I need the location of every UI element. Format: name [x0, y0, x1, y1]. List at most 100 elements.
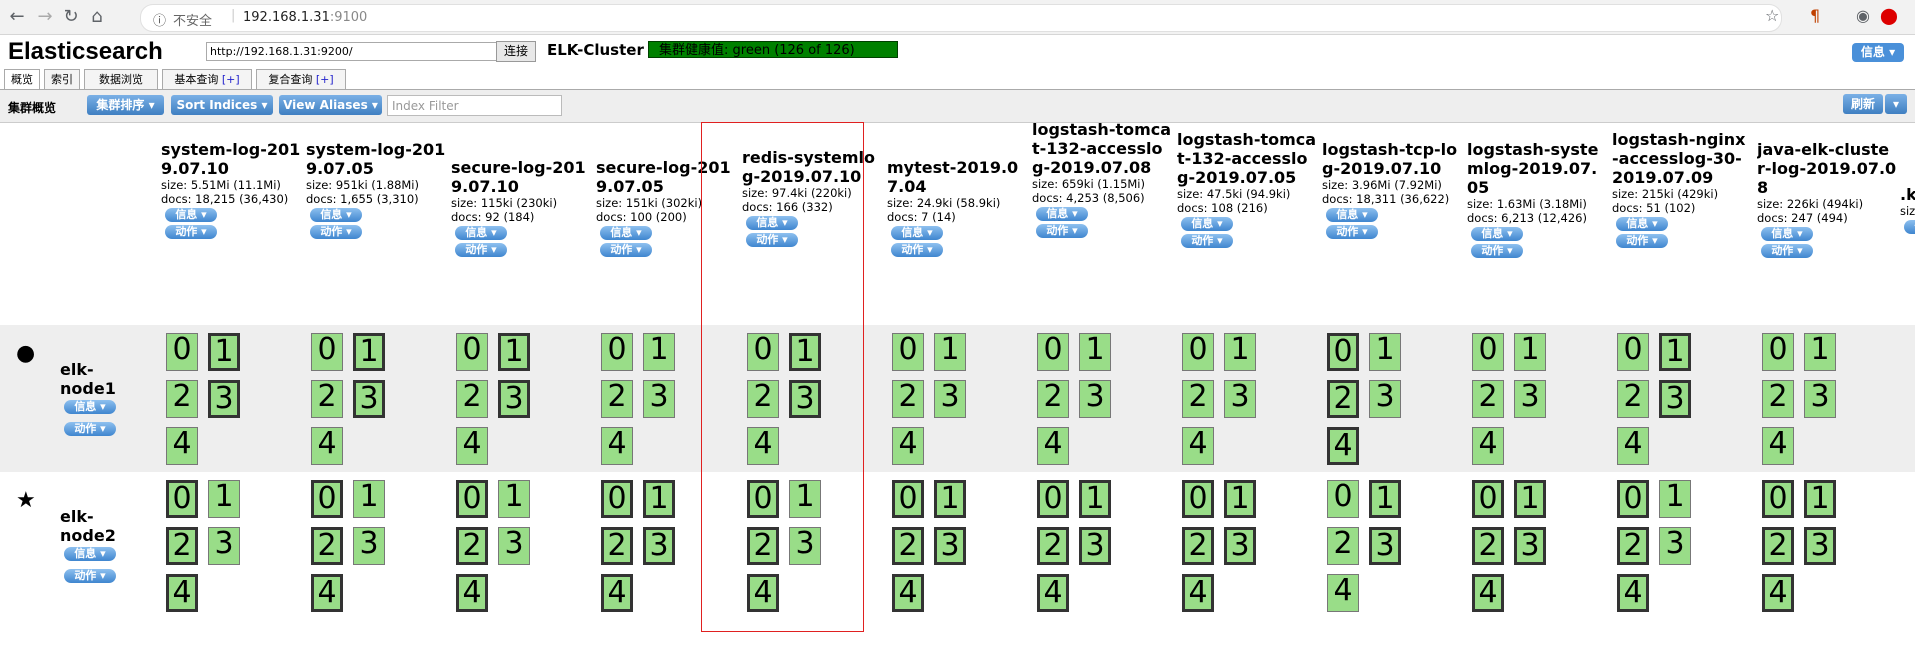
replica-shard[interactable]: 0: [892, 333, 924, 371]
primary-shard[interactable]: 0: [1617, 480, 1649, 518]
primary-shard[interactable]: 3: [1079, 527, 1111, 565]
primary-shard[interactable]: 0: [1037, 480, 1069, 518]
index-info-button[interactable]: 信息 ▾: [1471, 227, 1523, 241]
primary-shard[interactable]: 4: [311, 574, 343, 612]
primary-shard[interactable]: 2: [311, 527, 343, 565]
primary-shard[interactable]: 3: [789, 380, 821, 418]
index-info-button[interactable]: 信息 ▾: [891, 226, 943, 240]
connect-button[interactable]: 连接: [496, 41, 536, 62]
primary-shard[interactable]: 4: [892, 574, 924, 612]
index-info-button[interactable]: 信息 ▾: [1904, 220, 1915, 234]
refresh-dropdown-button[interactable]: ▾: [1885, 94, 1907, 114]
account-icon[interactable]: ◉: [1856, 6, 1870, 25]
replica-shard[interactable]: 4: [1472, 427, 1504, 465]
replica-shard[interactable]: 2: [456, 380, 488, 418]
primary-shard[interactable]: 3: [1369, 527, 1401, 565]
primary-shard[interactable]: 1: [1369, 480, 1401, 518]
index-action-button[interactable]: 动作 ▾: [600, 243, 652, 257]
replica-shard[interactable]: 4: [456, 427, 488, 465]
primary-shard[interactable]: 2: [1762, 527, 1794, 565]
home-icon[interactable]: ⌂: [86, 6, 108, 28]
replica-shard[interactable]: 4: [1037, 427, 1069, 465]
primary-shard[interactable]: 4: [601, 574, 633, 612]
primary-shard[interactable]: 1: [934, 480, 966, 518]
primary-shard[interactable]: 1: [353, 333, 385, 371]
tab-indices[interactable]: 索引: [44, 69, 80, 89]
index-info-button[interactable]: 信息 ▾: [1326, 208, 1378, 222]
replica-shard[interactable]: 2: [1037, 380, 1069, 418]
primary-shard[interactable]: 0: [166, 480, 198, 518]
sort-indices-button[interactable]: Sort Indices ▾: [171, 95, 273, 115]
replica-shard[interactable]: 4: [892, 427, 924, 465]
primary-shard[interactable]: 1: [498, 333, 530, 371]
replica-shard[interactable]: 3: [1079, 380, 1111, 418]
connect-url-input[interactable]: http://192.168.1.31:9200/: [206, 42, 500, 61]
replica-shard[interactable]: 3: [934, 380, 966, 418]
index-action-button[interactable]: 动作 ▾: [891, 243, 943, 257]
primary-shard[interactable]: 1: [643, 480, 675, 518]
replica-shard[interactable]: 2: [1327, 527, 1359, 565]
refresh-button[interactable]: 刷新: [1843, 94, 1883, 114]
primary-shard[interactable]: 3: [1224, 527, 1256, 565]
primary-shard[interactable]: 0: [311, 480, 343, 518]
index-action-button[interactable]: 动作 ▾: [310, 225, 362, 239]
replica-shard[interactable]: 1: [1659, 480, 1691, 518]
replica-shard[interactable]: 1: [643, 333, 675, 371]
primary-shard[interactable]: 4: [1762, 574, 1794, 612]
replica-shard[interactable]: 0: [1037, 333, 1069, 371]
primary-shard[interactable]: 4: [1182, 574, 1214, 612]
replica-shard[interactable]: 1: [208, 480, 240, 518]
replica-shard[interactable]: 2: [1762, 380, 1794, 418]
primary-shard[interactable]: 4: [1472, 574, 1504, 612]
primary-shard[interactable]: 3: [1514, 527, 1546, 565]
replica-shard[interactable]: 0: [1182, 333, 1214, 371]
replica-shard[interactable]: 1: [1804, 333, 1836, 371]
replica-shard[interactable]: 4: [1182, 427, 1214, 465]
index-action-button[interactable]: 动作 ▾: [1181, 234, 1233, 248]
replica-shard[interactable]: 0: [601, 333, 633, 371]
node-info-button[interactable]: 信息 ▾: [64, 547, 116, 561]
replica-shard[interactable]: 1: [353, 480, 385, 518]
primary-shard[interactable]: 0: [892, 480, 924, 518]
index-filter-input[interactable]: Index Filter: [387, 95, 562, 116]
replica-shard[interactable]: 3: [208, 527, 240, 565]
replica-shard[interactable]: 0: [1617, 333, 1649, 371]
index-info-button[interactable]: 信息 ▾: [746, 216, 798, 230]
primary-shard[interactable]: 4: [1327, 427, 1359, 465]
primary-shard[interactable]: 0: [747, 480, 779, 518]
primary-shard[interactable]: 1: [1079, 480, 1111, 518]
index-action-button[interactable]: 动作 ▾: [1471, 244, 1523, 258]
primary-shard[interactable]: 2: [1182, 527, 1214, 565]
replica-shard[interactable]: 0: [1472, 333, 1504, 371]
primary-shard[interactable]: 4: [747, 574, 779, 612]
index-info-button[interactable]: 信息 ▾: [165, 208, 217, 222]
index-info-button[interactable]: 信息 ▾: [455, 226, 507, 240]
replica-shard[interactable]: 3: [498, 527, 530, 565]
replica-shard[interactable]: 1: [1224, 333, 1256, 371]
info-button[interactable]: 信息 ▾: [1852, 43, 1904, 62]
replica-shard[interactable]: 0: [456, 333, 488, 371]
index-info-button[interactable]: 信息 ▾: [1616, 217, 1668, 231]
cluster-sort-button[interactable]: 集群排序 ▾: [87, 95, 164, 115]
index-action-button[interactable]: 动作 ▾: [1761, 244, 1813, 258]
primary-shard[interactable]: 3: [934, 527, 966, 565]
address-bar[interactable]: ⓘ 不安全 | 192.168.1.31:9100: [140, 4, 1782, 32]
replica-shard[interactable]: 4: [1327, 574, 1359, 612]
replica-shard[interactable]: 3: [1224, 380, 1256, 418]
index-action-button[interactable]: 动作 ▾: [165, 225, 217, 239]
primary-shard[interactable]: 3: [353, 380, 385, 418]
primary-shard[interactable]: 2: [892, 527, 924, 565]
primary-shard[interactable]: 1: [1659, 333, 1691, 371]
index-info-button[interactable]: 信息 ▾: [310, 208, 362, 222]
index-action-button[interactable]: 动作 ▾: [455, 243, 507, 257]
primary-shard[interactable]: 0: [456, 480, 488, 518]
node-action-button[interactable]: 动作 ▾: [64, 569, 116, 583]
primary-shard[interactable]: 1: [208, 333, 240, 371]
index-info-button[interactable]: 信息 ▾: [1761, 227, 1813, 241]
primary-shard[interactable]: 0: [1327, 333, 1359, 371]
primary-shard[interactable]: 1: [1224, 480, 1256, 518]
star-bookmark-icon[interactable]: ☆: [1765, 6, 1779, 25]
primary-shard[interactable]: 0: [1762, 480, 1794, 518]
replica-shard[interactable]: 4: [311, 427, 343, 465]
replica-shard[interactable]: 2: [1472, 380, 1504, 418]
